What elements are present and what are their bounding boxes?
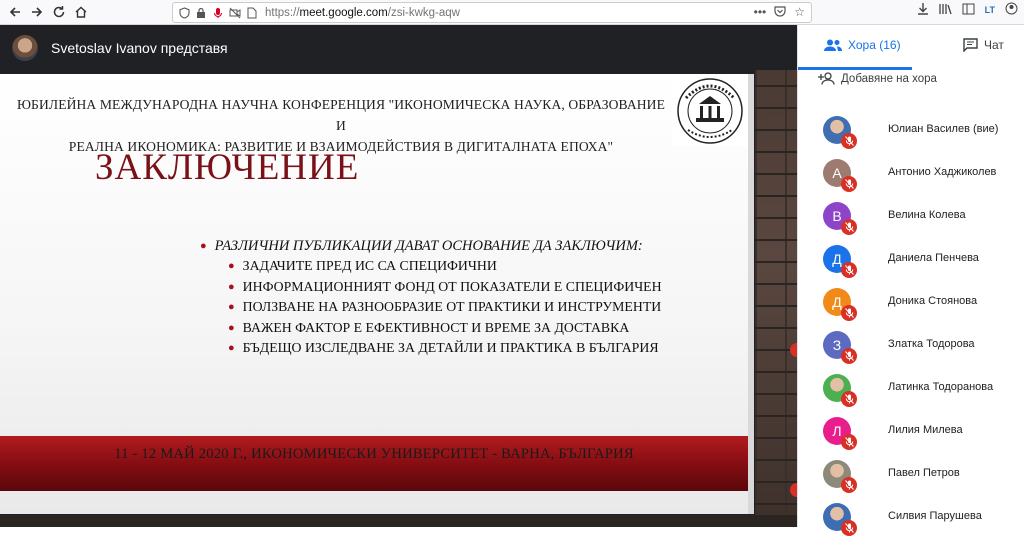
mic-off-icon bbox=[841, 520, 857, 536]
mic-off-icon bbox=[841, 133, 857, 149]
active-tab-indicator bbox=[798, 67, 912, 70]
chat-icon bbox=[963, 38, 978, 52]
add-people-label: Добавяне на хора bbox=[841, 72, 937, 85]
mic-off-icon bbox=[841, 391, 857, 407]
sidebar-icon[interactable] bbox=[962, 3, 975, 18]
list-item[interactable]: Д Доника Стоянова bbox=[798, 281, 1024, 324]
avatar bbox=[12, 34, 38, 61]
shield-icon[interactable] bbox=[177, 6, 191, 20]
download-icon[interactable] bbox=[917, 2, 929, 18]
slide-footer-text: 11 - 12 МАЙ 2020 Г., ИКОНОМИЧЕСКИ УНИВЕР… bbox=[114, 446, 634, 462]
meeting-stage: Svetoslav Ivanov представя ЮБИЛЕЙНА МЕЖД… bbox=[0, 25, 797, 527]
bookmark-star-icon[interactable]: ☆ bbox=[794, 5, 805, 20]
url-host: meet.google.com bbox=[299, 6, 388, 19]
url-text[interactable]: https://meet.google.com/zsi-kwkg-aqw bbox=[265, 7, 460, 19]
home-icon[interactable] bbox=[70, 1, 92, 23]
presenter-label: Svetoslav Ivanov представя bbox=[51, 39, 228, 56]
mic-off-icon bbox=[841, 434, 857, 450]
mic-icon[interactable] bbox=[211, 6, 225, 20]
bullet-text: ПОЛЗВАНЕ НА РАЗНООБРАЗИЕ ОТ ПРАКТИКИ И И… bbox=[242, 299, 662, 315]
bullet-text: ИНФОРМАЦИОННИЯТ ФОНД ОТ ПОКАЗАТЕЛИ Е СПЕ… bbox=[242, 278, 662, 294]
slide-footer-band bbox=[0, 436, 748, 491]
person-name: Доника Стоянова bbox=[888, 295, 978, 307]
page-icon[interactable] bbox=[245, 6, 259, 20]
bullet-text: ЗАДАЧИТЕ ПРЕД ИС СА СПЕЦИФИЧНИ bbox=[242, 258, 497, 274]
sub-bullet: ● ВАЖЕН ФАКТОР Е ЕФЕКТИВНОСТ И ВРЕМЕ ЗА Д… bbox=[228, 318, 662, 339]
bullet-icon: ● bbox=[228, 260, 235, 273]
mic-off-icon bbox=[841, 176, 857, 192]
person-name: Даниела Пенчева bbox=[888, 252, 979, 264]
person-name: Латинка Тодоранова bbox=[888, 381, 994, 393]
add-people-button[interactable]: Добавяне на хора bbox=[818, 72, 937, 85]
tab-people-label: Хора (16) bbox=[848, 38, 901, 52]
camera-off-icon[interactable] bbox=[228, 6, 242, 20]
list-item[interactable]: З Златка Тодорова bbox=[798, 324, 1024, 367]
bullet-main: ● РАЗЛИЧНИ ПУБЛИКАЦИИ ДАВАТ ОСНОВАНИЕ ДА … bbox=[200, 236, 662, 256]
bullet-text: БЪДЕЩО ИЗСЛЕДВАНЕ ЗА ДЕТАЙЛИ И ПРАКТИКА … bbox=[242, 340, 659, 356]
tab-chat-label: Чат bbox=[984, 38, 1004, 52]
pocket-icon[interactable] bbox=[774, 5, 786, 20]
bullet-icon: ● bbox=[228, 280, 235, 293]
slide-heading-line: ЮБИЛЕЙНА МЕЖДУНАРОДНА НАУЧНА КОНФЕРЕНЦИЯ… bbox=[16, 97, 665, 133]
sub-bullet: ● БЪДЕЩО ИЗСЛЕДВАНЕ ЗА ДЕТАЙЛИ И ПРАКТИКА… bbox=[228, 338, 662, 359]
list-item[interactable]: А Антонио Хаджиколев bbox=[798, 152, 1024, 195]
person-name: Павел Петров bbox=[888, 467, 960, 479]
mic-off-icon bbox=[841, 477, 857, 493]
more-icon[interactable]: ••• bbox=[754, 5, 767, 20]
slide-bullets: ● РАЗЛИЧНИ ПУБЛИКАЦИИ ДАВАТ ОСНОВАНИЕ ДА … bbox=[200, 236, 662, 359]
bullet-icon: ● bbox=[228, 342, 235, 355]
person-name: Силвия Парушева bbox=[888, 510, 982, 522]
sub-bullet: ● ПОЛЗВАНЕ НА РАЗНООБРАЗИЕ ОТ ПРАКТИКИ И … bbox=[228, 297, 662, 318]
sub-bullet: ● ЗАДАЧИТЕ ПРЕД ИС СА СПЕЦИФИЧНИ bbox=[228, 256, 662, 277]
account-icon[interactable] bbox=[1005, 2, 1018, 18]
url-path: /zsi-kwkg-aqw bbox=[387, 6, 460, 19]
people-icon bbox=[824, 39, 842, 51]
presentation-slide: ЮБИЛЕЙНА МЕЖДУНАРОДНА НАУЧНА КОНФЕРЕНЦИЯ… bbox=[0, 74, 754, 514]
person-name: Лилия Милева bbox=[888, 424, 963, 436]
lock-icon[interactable] bbox=[194, 6, 208, 20]
url-prefix: https:// bbox=[265, 6, 300, 19]
list-item[interactable]: Латинка Тодоранова bbox=[798, 367, 1024, 410]
mic-off-icon bbox=[841, 305, 857, 321]
bullet-text: ВАЖЕН ФАКТОР Е ЕФЕКТИВНОСТ И ВРЕМЕ ЗА ДО… bbox=[242, 319, 630, 335]
mic-off-icon bbox=[841, 262, 857, 278]
mic-off-icon bbox=[841, 219, 857, 235]
back-icon[interactable] bbox=[4, 1, 26, 23]
add-person-icon bbox=[818, 72, 835, 85]
mic-off-icon bbox=[841, 348, 857, 364]
person-name: Велина Колева bbox=[888, 209, 966, 221]
people-panel: Хора (16) Чат Добавяне на хора Юлиан Вас… bbox=[797, 25, 1024, 536]
tab-chat[interactable]: Чат bbox=[963, 38, 1004, 52]
list-item[interactable]: Павел Петров bbox=[798, 453, 1024, 496]
library-icon[interactable] bbox=[939, 3, 952, 18]
list-item[interactable]: Юлиан Василев (вие) bbox=[798, 109, 1024, 152]
extension-icon[interactable]: LT bbox=[985, 5, 995, 15]
person-name: Юлиан Василев (вие) bbox=[888, 123, 999, 135]
bullet-icon: ● bbox=[228, 321, 235, 334]
university-seal-logo bbox=[672, 74, 748, 146]
sub-bullet: ● ИНФОРМАЦИОННИЯТ ФОНД ОТ ПОКАЗАТЕЛИ Е СП… bbox=[228, 277, 662, 298]
presenter-bar: Svetoslav Ivanov представя bbox=[0, 25, 797, 70]
list-item[interactable]: В Велина Колева bbox=[798, 195, 1024, 238]
reload-icon[interactable] bbox=[48, 1, 70, 23]
list-item[interactable]: Силвия Парушева bbox=[798, 496, 1024, 539]
bullet-icon: ● bbox=[200, 240, 207, 252]
person-name: Антонио Хаджиколев bbox=[888, 166, 997, 178]
url-bar[interactable]: https://meet.google.com/zsi-kwkg-aqw •••… bbox=[172, 2, 812, 23]
background-wall bbox=[755, 70, 797, 527]
bullet-text: РАЗЛИЧНИ ПУБЛИКАЦИИ ДАВАТ ОСНОВАНИЕ ДА З… bbox=[214, 237, 643, 254]
forward-icon[interactable] bbox=[26, 1, 48, 23]
bullet-icon: ● bbox=[228, 301, 235, 314]
slide-title: ЗАКЛЮЧЕНИЕ bbox=[95, 147, 360, 188]
people-list: Юлиан Василев (вие) А Антонио Хаджиколев В В… bbox=[798, 109, 1024, 539]
list-item[interactable]: Д Даниела Пенчева bbox=[798, 238, 1024, 281]
list-item[interactable]: Л Лилия Милева bbox=[798, 410, 1024, 453]
person-name: Златка Тодорова bbox=[888, 338, 975, 350]
background-floor bbox=[0, 515, 797, 527]
tab-people[interactable]: Хора (16) bbox=[824, 38, 901, 52]
